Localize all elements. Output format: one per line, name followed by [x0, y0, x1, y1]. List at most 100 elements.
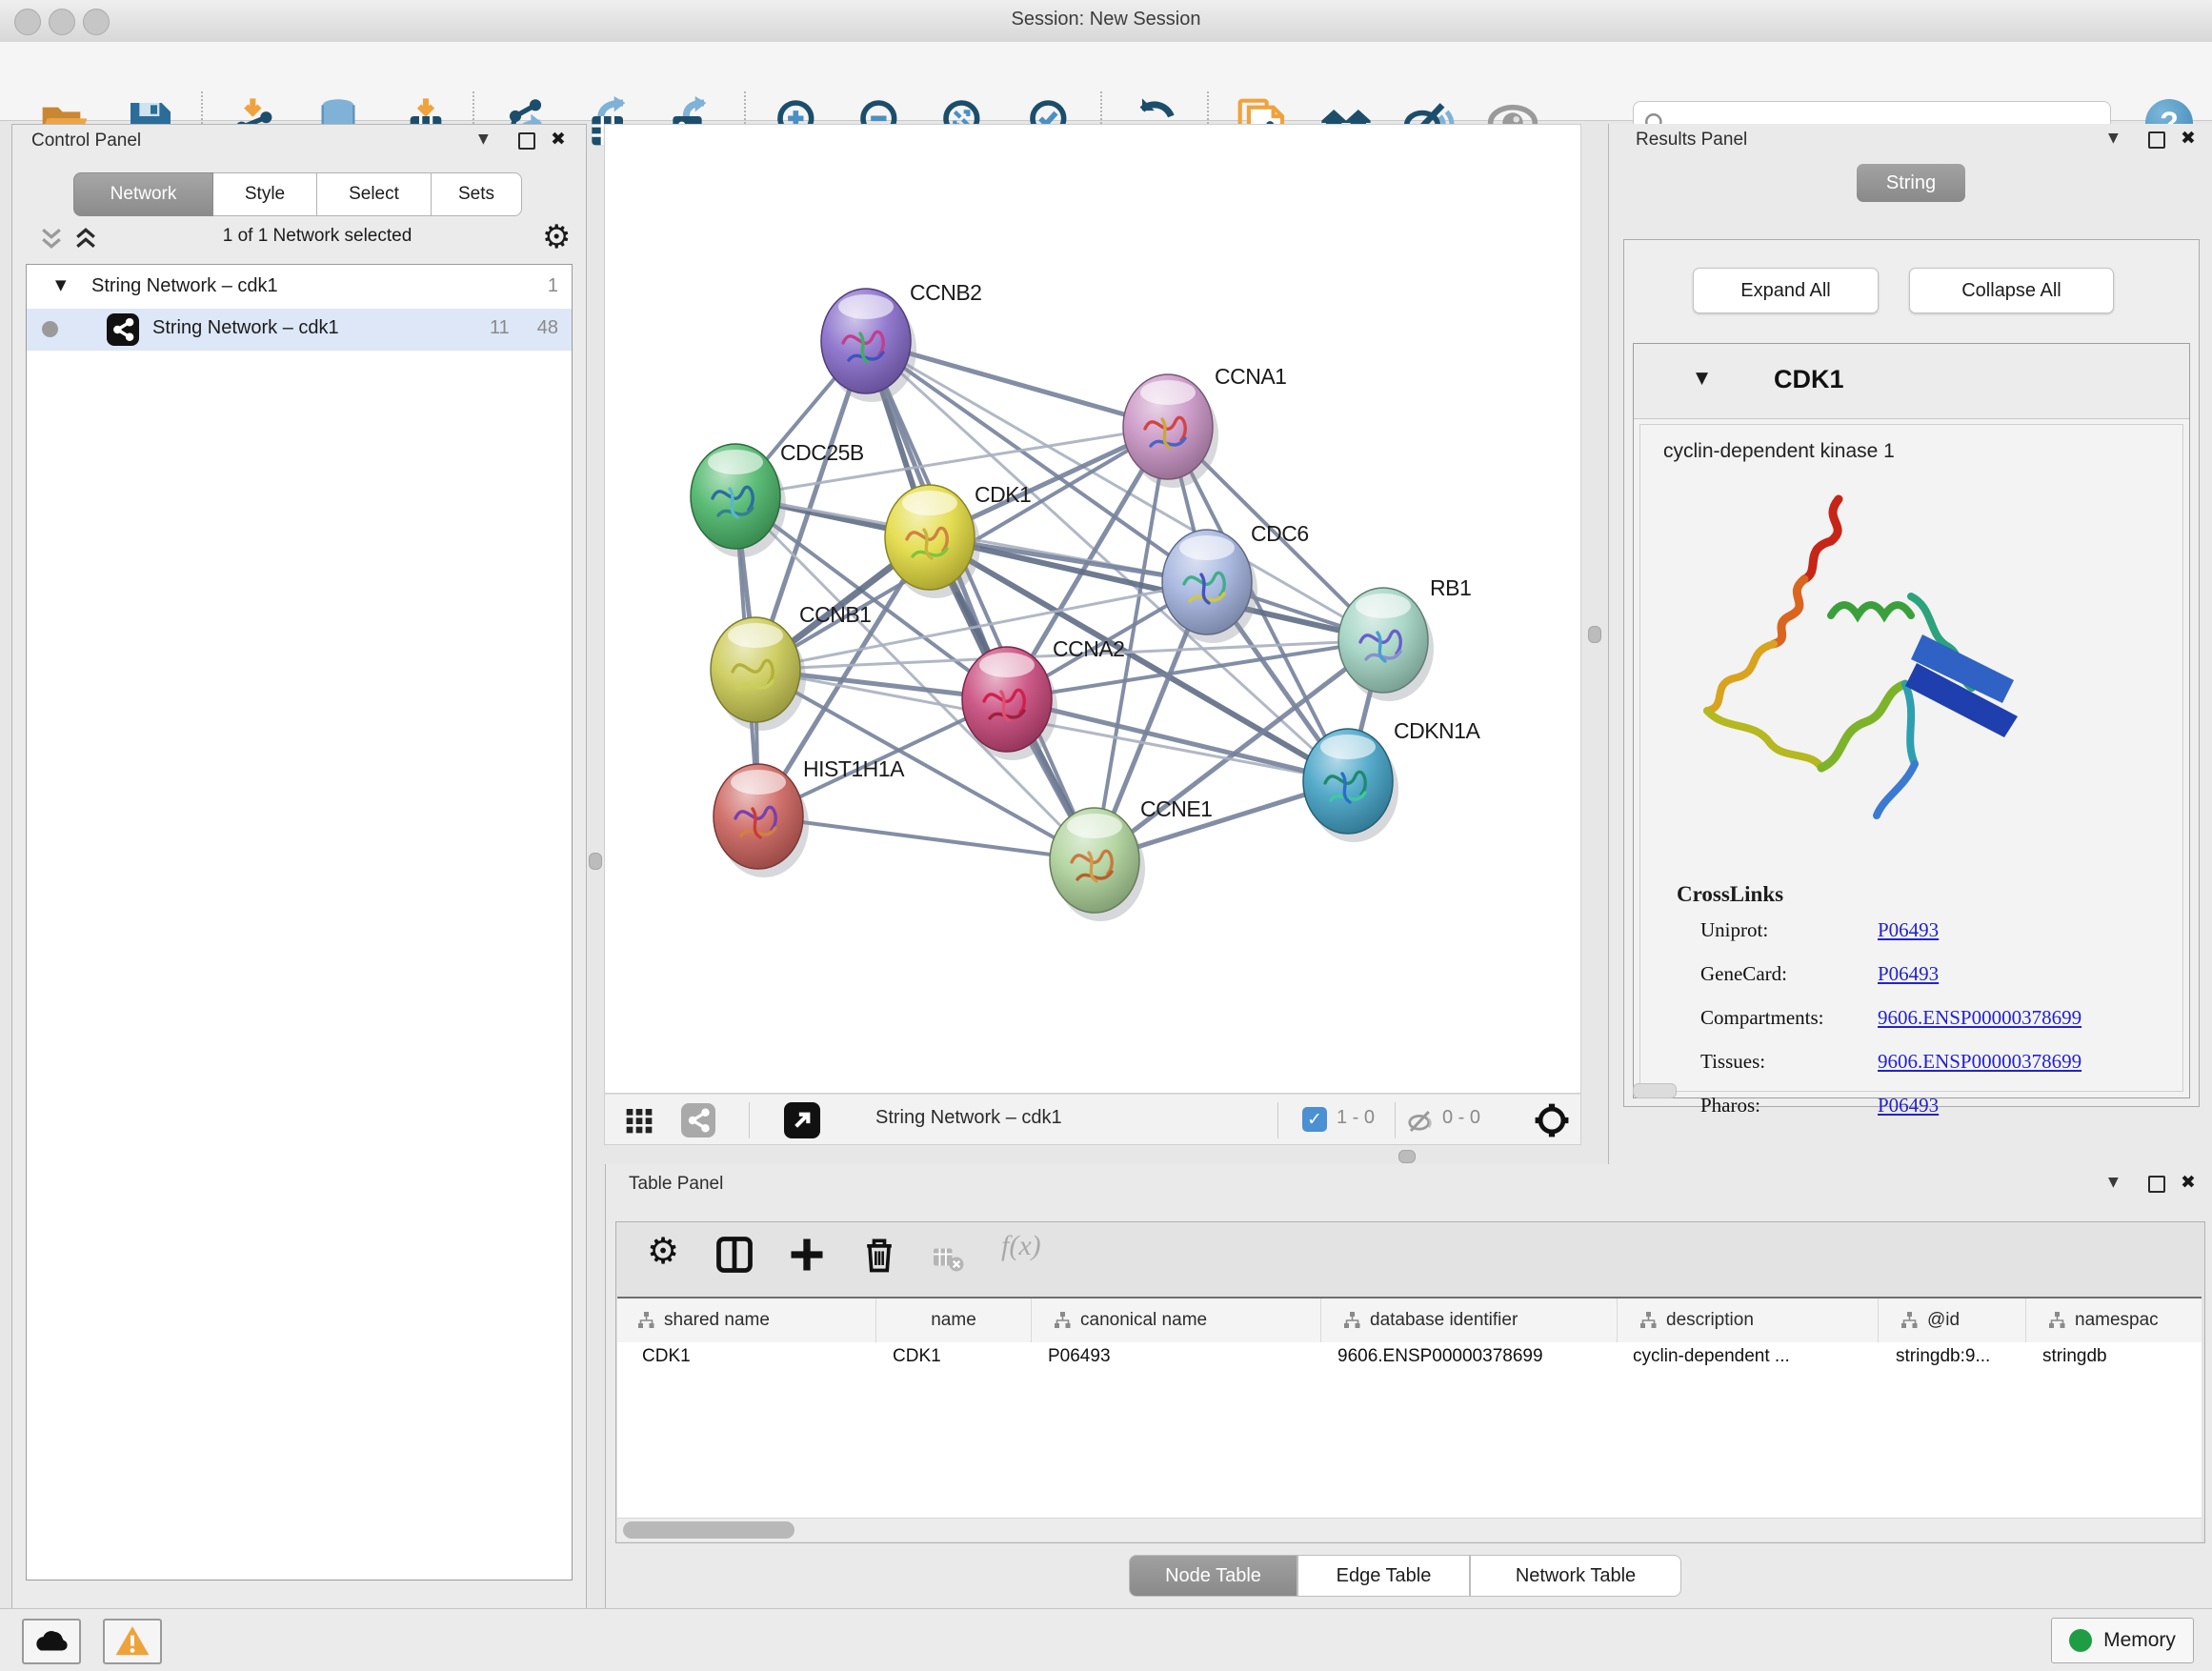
- panel-float-icon[interactable]: [2148, 131, 2165, 149]
- crosslink-genecard-link[interactable]: P06493: [1878, 962, 1939, 986]
- tab-select[interactable]: Select: [317, 172, 432, 216]
- network-node-CDK1[interactable]: [885, 485, 980, 598]
- network-collection-row[interactable]: ▼ String Network – cdk1 1: [27, 267, 572, 309]
- node-label-HIST1H1A: HIST1H1A: [803, 756, 905, 781]
- table-cell[interactable]: P06493: [1048, 1346, 1111, 1367]
- column-header[interactable]: @id: [1879, 1299, 2026, 1342]
- network-share-view-icon[interactable]: [681, 1103, 715, 1137]
- protein-details: cyclin-dependent kinase 1: [1639, 424, 2183, 1092]
- network-node-CCNA2[interactable]: [962, 647, 1057, 760]
- network-edge[interactable]: [930, 537, 1383, 640]
- panel-collapse-icon[interactable]: ▼: [478, 131, 489, 147]
- expand-all-button[interactable]: Expand All: [1693, 268, 1879, 313]
- tab-edge-table[interactable]: Edge Table: [1297, 1555, 1470, 1597]
- collapse-all-networks-icon[interactable]: [37, 224, 66, 252]
- table-cell[interactable]: 9606.ENSP00000378699: [1337, 1346, 1543, 1367]
- network-graph[interactable]: CCNB2CCNA1CDC25BCDK1CDC6RB1CCNB1CCNA2CDK…: [605, 125, 1580, 1093]
- tab-node-table[interactable]: Node Table: [1129, 1555, 1297, 1597]
- title-bar: Session: New Session: [0, 0, 2212, 43]
- warning-icon: [114, 1623, 151, 1660]
- table-cell[interactable]: cyclin-dependent ...: [1633, 1346, 1790, 1367]
- memory-button[interactable]: Memory: [2051, 1618, 2194, 1663]
- table-panel: Table Panel ▼ ✖ ⚙ f(x) shared name name …: [605, 1164, 2212, 1608]
- clear-table-icon[interactable]: [931, 1241, 965, 1276]
- table-cell[interactable]: CDK1: [642, 1346, 691, 1367]
- delete-column-icon[interactable]: [858, 1234, 900, 1276]
- tab-string[interactable]: String: [1857, 164, 1965, 202]
- crosslink-uniprot-link[interactable]: P06493: [1878, 918, 1939, 942]
- network-selection-status: 1 of 1 Network selected: [117, 226, 517, 247]
- panel-collapse-icon[interactable]: ▼: [2108, 131, 2119, 146]
- network-view-toolbar: String Network – cdk1 ✓ 1 - 0 0 - 0: [604, 1094, 1581, 1145]
- splitter-handle[interactable]: [1588, 626, 1601, 643]
- column-header[interactable]: canonical name: [1032, 1299, 1321, 1342]
- column-header[interactable]: namespac: [2026, 1299, 2202, 1342]
- tab-sets[interactable]: Sets: [432, 172, 522, 216]
- column-header[interactable]: name: [876, 1299, 1032, 1342]
- network-options-gear-icon[interactable]: ⚙: [542, 218, 571, 256]
- splitter-handle[interactable]: [1398, 1150, 1416, 1163]
- network-row[interactable]: String Network – cdk1 11 48: [27, 309, 572, 351]
- column-header[interactable]: description: [1618, 1299, 1879, 1342]
- network-edge[interactable]: [866, 341, 1095, 860]
- network-node-CCNB1[interactable]: [711, 617, 806, 731]
- table-panel-title: Table Panel: [629, 1174, 723, 1195]
- network-node-CDC25B[interactable]: [691, 444, 786, 557]
- section-expander-icon[interactable]: ▼: [1696, 369, 1708, 388]
- table-options-gear-icon[interactable]: ⚙: [647, 1230, 679, 1272]
- memory-label: Memory: [2103, 1629, 2176, 1652]
- column-header[interactable]: shared name: [617, 1299, 876, 1342]
- network-node-CDKN1A[interactable]: [1303, 729, 1398, 842]
- panel-close-icon[interactable]: ✖: [2181, 128, 2196, 149]
- node-label-CDKN1A: CDKN1A: [1394, 718, 1480, 743]
- network-node-HIST1H1A[interactable]: [714, 764, 809, 877]
- tab-network[interactable]: Network: [73, 172, 213, 216]
- application-window: Session: New Session: [0, 0, 2212, 1671]
- tab-style[interactable]: Style: [213, 172, 317, 216]
- network-node-count: 11: [490, 317, 510, 339]
- hidden-eye-slash-icon[interactable]: [1406, 1107, 1435, 1136]
- network-node-CCNA1[interactable]: [1123, 374, 1218, 488]
- table-horizontal-scrollbar[interactable]: [617, 1518, 2202, 1541]
- panel-float-icon[interactable]: [518, 132, 535, 150]
- panel-collapse-icon[interactable]: ▼: [2108, 1175, 2119, 1190]
- table-cell[interactable]: CDK1: [893, 1346, 941, 1367]
- protein-structure-image: [1679, 482, 2060, 835]
- table-cell[interactable]: stringdb:9...: [1896, 1346, 1990, 1367]
- birds-eye-view-icon[interactable]: [784, 1102, 820, 1138]
- crosslink-tissues-link[interactable]: 9606.ENSP00000378699: [1878, 1050, 2081, 1074]
- column-header[interactable]: database identifier: [1321, 1299, 1618, 1342]
- panel-close-icon[interactable]: ✖: [2181, 1172, 2196, 1193]
- node-label-CDC25B: CDC25B: [780, 440, 864, 465]
- crosshair-icon[interactable]: [1531, 1099, 1573, 1141]
- node-label-CCNA1: CCNA1: [1215, 364, 1286, 389]
- network-node-CCNB2[interactable]: [821, 289, 916, 402]
- show-columns-icon[interactable]: [714, 1234, 755, 1276]
- network-node-RB1[interactable]: [1338, 588, 1434, 701]
- splitter-handle[interactable]: [589, 853, 602, 870]
- panel-close-icon[interactable]: ✖: [551, 129, 566, 150]
- selected-checkbox-icon[interactable]: ✓: [1302, 1107, 1327, 1132]
- results-scrollbar[interactable]: [1633, 1083, 1677, 1098]
- results-panel: Results Panel ▼ ✖ String Expand All Coll…: [1608, 124, 2212, 1164]
- add-column-icon[interactable]: [786, 1234, 828, 1276]
- collection-expander-icon[interactable]: ▼: [55, 276, 67, 293]
- network-node-CCNE1[interactable]: [1050, 808, 1145, 921]
- tab-network-table[interactable]: Network Table: [1470, 1555, 1681, 1597]
- expand-all-networks-icon[interactable]: [71, 224, 100, 252]
- protein-section-header[interactable]: ▼ CDK1: [1634, 344, 2189, 419]
- crosslink-compartments-link[interactable]: 9606.ENSP00000378699: [1878, 1006, 2081, 1030]
- table-cell[interactable]: stringdb: [2042, 1346, 2107, 1367]
- table-content-box: ⚙ f(x) shared name name canonical name d…: [615, 1221, 2205, 1543]
- network-canvas[interactable]: CCNB2CCNA1CDC25BCDK1CDC6RB1CCNB1CCNA2CDK…: [604, 124, 1581, 1094]
- grid-view-icon[interactable]: [624, 1105, 654, 1136]
- warning-button[interactable]: [103, 1619, 162, 1664]
- network-name: String Network – cdk1: [152, 317, 339, 339]
- crosslink-pharos-link[interactable]: P06493: [1878, 1094, 1939, 1117]
- node-label-CCNB2: CCNB2: [910, 280, 981, 305]
- collapse-all-button[interactable]: Collapse All: [1909, 268, 2114, 313]
- memory-status-icon: [2069, 1629, 2092, 1652]
- panel-float-icon[interactable]: [2148, 1176, 2165, 1193]
- scrollbar-thumb[interactable]: [623, 1521, 794, 1539]
- cloud-button[interactable]: [22, 1619, 81, 1664]
